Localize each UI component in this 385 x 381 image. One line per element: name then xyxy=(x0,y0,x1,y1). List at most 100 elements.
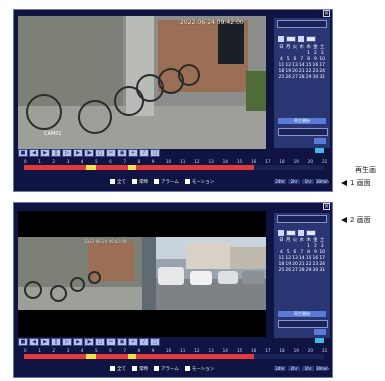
checkbox-icon[interactable] xyxy=(184,366,190,371)
fast-icon[interactable]: ▶ xyxy=(73,149,83,157)
play-icon[interactable]: ▶ xyxy=(40,149,50,157)
prev-month-button[interactable] xyxy=(278,36,284,42)
checkbox-icon[interactable] xyxy=(184,179,190,184)
stop-icon[interactable]: ■ xyxy=(18,338,28,346)
legend-item[interactable]: 常時 xyxy=(132,179,148,185)
zoom-button[interactable]: 1hr xyxy=(302,179,314,184)
channel-select[interactable] xyxy=(277,20,327,28)
play-icon[interactable]: ▶ xyxy=(40,338,50,346)
car xyxy=(218,271,238,284)
legend-item[interactable]: モーション xyxy=(184,179,214,185)
timeline-tick-label: 10 xyxy=(165,159,172,164)
legend-item[interactable]: アラーム xyxy=(154,179,179,185)
checkbox-icon[interactable] xyxy=(110,179,115,184)
legend-item[interactable]: 全て xyxy=(110,179,126,185)
legend-item[interactable]: モーション xyxy=(184,366,214,372)
split-select[interactable] xyxy=(278,320,328,328)
legend-item[interactable]: 常時 xyxy=(132,366,148,372)
refresh-icon[interactable] xyxy=(315,148,324,153)
legend-label: 全て xyxy=(117,180,126,185)
clip-icon[interactable]: ✂ xyxy=(106,338,116,346)
checkbox-icon[interactable] xyxy=(154,366,159,371)
fast-icon[interactable]: ▶ xyxy=(73,338,83,346)
close-icon[interactable]: × xyxy=(323,203,330,210)
audio-icon[interactable]: ♪ xyxy=(139,149,149,157)
video-view[interactable]: 2022-06-24 09:42:00 xyxy=(18,211,266,337)
timeline-tick-label: 20 xyxy=(307,348,314,353)
close-icon[interactable]: × xyxy=(323,10,330,17)
zoom-button[interactable]: 24hr xyxy=(274,179,286,184)
backup-icon[interactable]: ▣ xyxy=(117,338,127,346)
fullscreen-icon[interactable]: ▢ xyxy=(150,338,160,346)
zoom-button[interactable]: 2hr xyxy=(288,179,300,184)
zoom-icon[interactable]: + xyxy=(128,149,138,157)
next-month-button[interactable] xyxy=(298,36,304,42)
pause-icon[interactable]: ‖ xyxy=(51,149,61,157)
snapshot-icon[interactable]: □ xyxy=(95,338,105,346)
video-view[interactable]: 2022-06-24 09:42:00 CAM01 xyxy=(18,16,266,149)
rewind-icon[interactable]: ◀ xyxy=(29,149,39,157)
year-field[interactable] xyxy=(286,230,296,236)
calendar: 日月火水木金土 1 2 3 4 5 6 7 8 9 10 11 12 13 14 15 16 17 18 19 20 21… xyxy=(278,238,326,280)
timeline-tick-label: 13 xyxy=(208,348,214,353)
play-start-button[interactable]: 再生開始 xyxy=(278,311,326,317)
car xyxy=(158,267,184,285)
zoom-button[interactable]: 2hr xyxy=(288,366,300,371)
legend-item[interactable]: アラーム xyxy=(154,366,179,372)
playback-window-single: × 2022-06-24 09:42:00 CAM01 日月火水木金土12345… xyxy=(13,9,333,192)
frame-icon[interactable]: |▶ xyxy=(84,338,94,346)
search-button[interactable] xyxy=(314,138,326,144)
checkbox-icon[interactable] xyxy=(132,366,137,371)
year-field[interactable] xyxy=(286,36,296,42)
zoom-button[interactable]: 30min xyxy=(316,179,329,184)
calendar-day xyxy=(285,274,292,280)
rewind-icon[interactable]: ◀ xyxy=(29,338,39,346)
recording-bar[interactable] xyxy=(24,165,254,170)
house xyxy=(230,247,266,269)
month-field[interactable] xyxy=(306,230,316,236)
slow-icon[interactable]: ▷ xyxy=(62,338,72,346)
play-start-button[interactable]: 再生開始 xyxy=(278,118,326,124)
recording-bar[interactable] xyxy=(24,354,254,359)
checkbox-icon[interactable] xyxy=(110,366,115,371)
alarm-segment xyxy=(86,165,96,170)
zoom-button[interactable]: 24hr xyxy=(274,366,286,371)
zoom-icon[interactable]: + xyxy=(128,338,138,346)
next-month-button[interactable] xyxy=(298,230,304,236)
audio-icon[interactable]: ♪ xyxy=(139,338,149,346)
month-field[interactable] xyxy=(306,36,316,42)
bicycle-wheel xyxy=(26,94,62,130)
pause-icon[interactable]: ‖ xyxy=(51,338,61,346)
record-type-legend: 全て 常時 アラーム モーション xyxy=(110,179,214,185)
timeline-tick-label: 12 xyxy=(194,159,200,164)
record-type-legend: 全て 常時 アラーム モーション xyxy=(110,366,214,372)
fence xyxy=(142,237,156,310)
video-pane-right[interactable] xyxy=(142,237,266,310)
legend-label: 常時 xyxy=(139,180,148,185)
legend-label: アラーム xyxy=(161,367,179,372)
legend-item[interactable]: 全て xyxy=(110,366,126,372)
backup-icon[interactable]: ▣ xyxy=(117,149,127,157)
search-button[interactable] xyxy=(314,329,326,335)
split-select[interactable] xyxy=(278,128,328,136)
pointer-arrow-icon xyxy=(341,180,347,186)
snapshot-icon[interactable]: □ xyxy=(95,149,105,157)
window xyxy=(218,22,244,64)
checkbox-icon[interactable] xyxy=(132,179,137,184)
video-pane-left[interactable]: 2022-06-24 09:42:00 xyxy=(18,237,142,310)
frame-icon[interactable]: |▶ xyxy=(84,149,94,157)
zoom-button[interactable]: 30min xyxy=(316,366,329,371)
fullscreen-icon[interactable]: ▢ xyxy=(150,149,160,157)
calendar-day xyxy=(278,81,285,87)
refresh-icon[interactable] xyxy=(315,338,324,343)
clip-icon[interactable]: ✂ xyxy=(106,149,116,157)
playback-toolbar: ■ ◀ ▶ ‖ ▷ ▶ |▶ □ ✂ ▣ + ♪ ▢ xyxy=(18,338,160,347)
zoom-button[interactable]: 1hr xyxy=(302,366,314,371)
prev-month-button[interactable] xyxy=(278,230,284,236)
timeline-tick-label: 4 xyxy=(80,159,84,164)
checkbox-icon[interactable] xyxy=(154,179,159,184)
slow-icon[interactable]: ▷ xyxy=(62,149,72,157)
calendar-day xyxy=(285,81,292,87)
channel-select[interactable] xyxy=(277,215,327,223)
stop-icon[interactable]: ■ xyxy=(18,149,28,157)
